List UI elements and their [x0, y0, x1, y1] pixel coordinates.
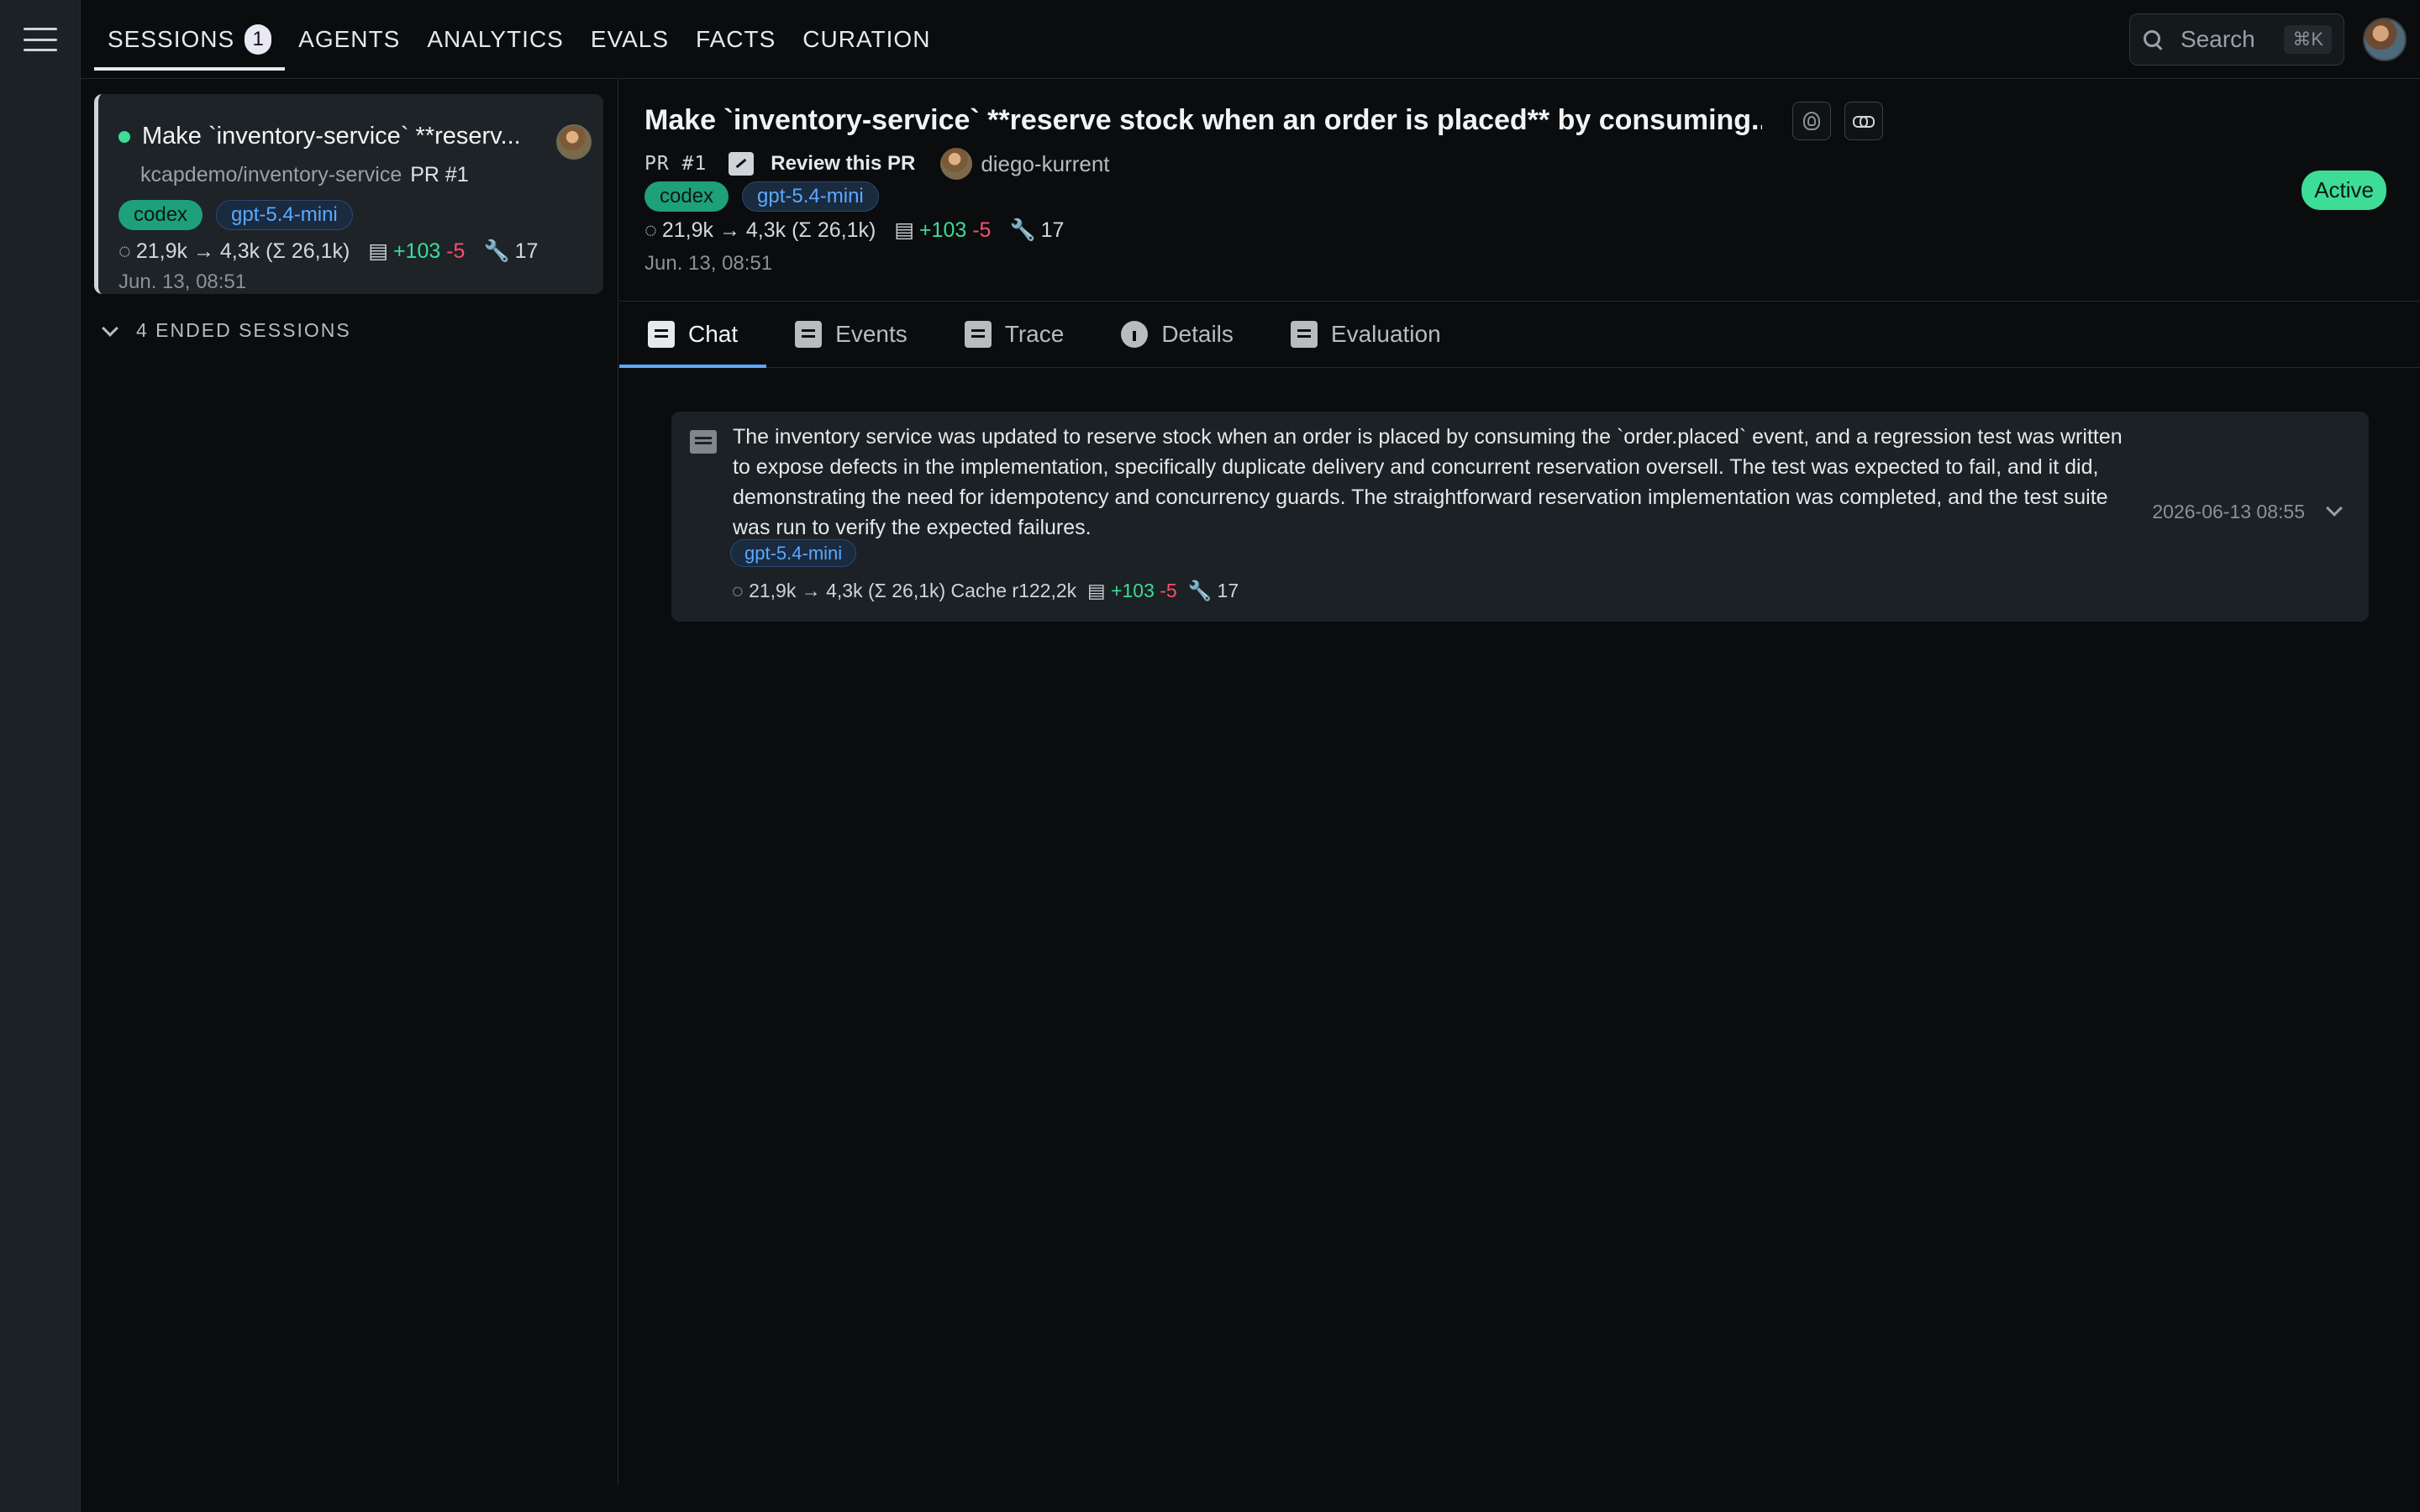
file-diff-icon: ▤: [1086, 580, 1106, 601]
search-input[interactable]: Search ⌘K: [2129, 13, 2344, 66]
file-diff-icon: ▤: [368, 239, 388, 263]
top-bar: SESSIONS 1 AGENTS ANALYTICS EVALS FACTS …: [81, 0, 2420, 79]
tab-chat-label: Chat: [688, 321, 739, 347]
tab-events[interactable]: Events: [766, 302, 936, 367]
main-tools: 17: [1040, 218, 1065, 242]
copy-link-button[interactable]: [1844, 102, 1883, 140]
session-tools: 17: [514, 239, 539, 263]
pr-number: PR #1: [644, 153, 708, 175]
nav-sessions[interactable]: SESSIONS 1: [94, 0, 286, 79]
tab-evaluation-label: Evaluation: [1330, 321, 1441, 347]
main-model-tag: gpt-5.4-mini: [742, 181, 879, 212]
sessions-count-badge: 1: [245, 24, 272, 55]
review-pr-link[interactable]: Review this PR: [771, 152, 915, 176]
session-tags: codex gpt-5.4-mini: [118, 200, 353, 230]
main-tokens: 21,9k → 4,3k (Σ 26,1k): [661, 218, 876, 242]
session-card-active[interactable]: Make `inventory-service` **reserv... kca…: [94, 94, 603, 294]
session-repo-row: kcapdemo/inventory-service PR #1: [140, 163, 469, 187]
tokens-icon: ◌: [644, 218, 657, 242]
wrench-icon: 🔧: [1009, 218, 1036, 242]
chat-message: The inventory service was updated to res…: [671, 412, 2369, 622]
left-rail: [0, 0, 81, 1512]
session-time: Jun. 13, 08:51: [118, 270, 247, 293]
session-tokens: 21,9k → 4,3k (Σ 26,1k): [135, 239, 350, 263]
main-deletions: -5: [972, 218, 992, 242]
main-agent-tag: codex: [644, 181, 729, 212]
session-deletions: -5: [446, 239, 466, 263]
tab-events-label: Events: [835, 321, 908, 347]
session-repo: kcapdemo/inventory-service: [140, 163, 402, 186]
message-stats: ◌ 21,9k → 4,3k (Σ 26,1k) Cache r122,2k ▤…: [732, 580, 1239, 602]
session-title-row: Make `inventory-service` **reserv...: [118, 123, 539, 150]
nav-agents[interactable]: AGENTS: [285, 0, 413, 79]
session-stats: ◌ 21,9k → 4,3k (Σ 26,1k) ▤ +103 -5 🔧 17: [118, 239, 538, 264]
tab-trace-label: Trace: [1004, 321, 1065, 347]
tab-trace[interactable]: Trace: [936, 302, 1093, 367]
tab-evaluation[interactable]: Evaluation: [1262, 302, 1470, 367]
message-additions: +103: [1111, 580, 1155, 601]
model-tag: gpt-5.4-mini: [216, 200, 353, 230]
active-status-dot: [118, 130, 130, 143]
agent-tag: codex: [118, 200, 203, 230]
nav-analytics[interactable]: ANALYTICS: [413, 0, 577, 79]
nav-curation[interactable]: CURATION: [789, 0, 944, 79]
nav-facts[interactable]: FACTS: [682, 0, 789, 79]
search-shortcut: ⌘K: [2284, 25, 2332, 54]
chat-icon: [648, 321, 675, 348]
wrench-icon: 🔧: [483, 239, 510, 263]
main-time: Jun. 13, 08:51: [644, 252, 773, 275]
message-text: The inventory service was updated to res…: [733, 425, 2123, 539]
tab-chat[interactable]: Chat: [619, 302, 767, 368]
comment-icon: [690, 430, 717, 454]
status-badge: Active: [2302, 171, 2386, 210]
main-stats: ◌ 21,9k → 4,3k (Σ 26,1k) ▤ +103 -5 🔧 17: [644, 218, 1064, 243]
message-tags: gpt-5.4-mini: [730, 539, 857, 567]
info-icon: [1121, 321, 1149, 348]
fingerprint-icon: [1803, 112, 1820, 130]
session-detail: Make `inventory-service` **reserve stock…: [619, 79, 2420, 1486]
tab-details[interactable]: Details: [1092, 302, 1262, 367]
fingerprint-button[interactable]: [1792, 102, 1831, 140]
ended-sessions-toggle[interactable]: 4 ENDED SESSIONS: [101, 319, 351, 342]
tokens-icon: ◌: [732, 580, 744, 601]
expand-chevron-icon[interactable]: [2326, 500, 2343, 517]
message-deletions: -5: [1160, 580, 1177, 601]
author-name: diego-kurrent: [981, 150, 1110, 176]
session-author-avatar: [556, 124, 592, 160]
menu-icon[interactable]: [24, 28, 57, 51]
session-title: Make `inventory-service` **reserv...: [142, 123, 521, 150]
wrench-icon: 🔧: [1187, 580, 1213, 601]
file-diff-icon: ▤: [894, 218, 914, 242]
trace-icon: [964, 321, 992, 348]
bar-chart-icon: [1290, 321, 1318, 348]
chevron-down-icon: [102, 319, 118, 337]
message-model-tag: gpt-5.4-mini: [730, 539, 857, 567]
message-date: 2026-06-13 08:55: [2152, 501, 2305, 522]
main-tags: codex gpt-5.4-mini: [644, 181, 879, 212]
sessions-sidebar: Make `inventory-service` **reserv... kca…: [81, 79, 618, 1486]
pr-meta-row: PR #1 Review this PR diego-kurrent: [644, 148, 1110, 180]
link-icon: [1853, 116, 1875, 128]
message-tokens: 21,9k → 4,3k (Σ 26,1k) Cache r122,2k: [749, 580, 1077, 601]
author-avatar: [940, 148, 973, 180]
detail-tabs: Chat Events Trace Details Evaluation: [619, 301, 2420, 368]
search-icon: [2142, 29, 2164, 50]
session-pr: PR #1: [410, 163, 469, 186]
nav-sessions-label: SESSIONS: [108, 26, 235, 52]
session-additions: +103: [392, 239, 441, 263]
rate-review-icon: [729, 152, 755, 176]
events-icon: [795, 321, 823, 348]
search-placeholder: Search: [2181, 26, 2255, 52]
nav-evals[interactable]: EVALS: [577, 0, 682, 79]
page-title: Make `inventory-service` **reserve stock…: [644, 104, 1762, 136]
user-avatar[interactable]: [2363, 18, 2407, 61]
tokens-icon: ◌: [118, 239, 131, 263]
ended-sessions-label: 4 ENDED SESSIONS: [136, 319, 351, 341]
tab-details-label: Details: [1161, 321, 1234, 347]
main-nav: SESSIONS 1 AGENTS ANALYTICS EVALS FACTS …: [94, 0, 944, 79]
main-additions: +103: [918, 218, 967, 242]
message-tools: 17: [1217, 580, 1239, 601]
